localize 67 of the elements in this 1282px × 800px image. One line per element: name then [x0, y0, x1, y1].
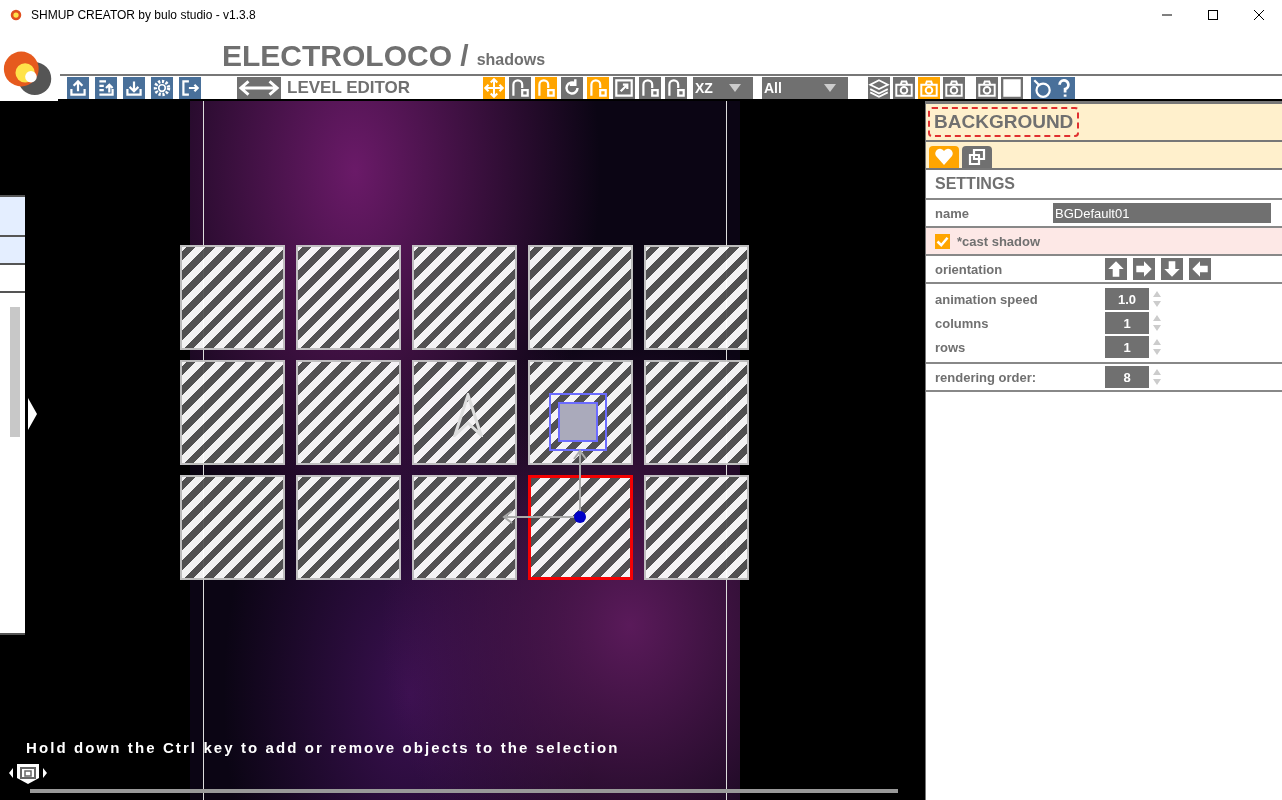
settings-icon[interactable]: [151, 76, 173, 99]
horizontal-scrollbar[interactable]: [30, 789, 898, 793]
side-list-item[interactable]: [0, 235, 25, 263]
field-label: rows: [935, 339, 967, 355]
cast-shadow-checkbox[interactable]: [935, 233, 950, 249]
caret-icon: [824, 83, 836, 92]
help-icon[interactable]: [1053, 76, 1075, 99]
scale-tool-icon[interactable]: [613, 76, 635, 99]
hatched-tile[interactable]: [528, 245, 633, 350]
exit-icon[interactable]: [179, 76, 201, 99]
upload-list-icon[interactable]: [95, 76, 117, 99]
hatched-tile[interactable]: [296, 245, 401, 350]
mode-label: LEVEL EDITOR: [287, 77, 412, 98]
field-label: columns: [935, 315, 990, 331]
level-viewport[interactable]: Hold down the Ctrl key to add or remove objects to the selection: [0, 101, 925, 800]
hatched-tile[interactable]: [412, 475, 517, 580]
scrollbar[interactable]: [0, 291, 25, 635]
hatched-tile[interactable]: [180, 245, 285, 350]
field-label: orientation: [935, 261, 1004, 277]
number-field[interactable]: 1.0: [1105, 288, 1149, 310]
section-title: SETTINGS: [935, 175, 1015, 193]
copy-icon: [967, 148, 987, 166]
field-label: animation speed: [935, 291, 1039, 307]
rotate-tool-icon[interactable]: [561, 76, 583, 99]
window-title: SHMUP CREATOR by bulo studio - v1.3.8: [31, 8, 256, 22]
hatched-tile[interactable]: [644, 360, 749, 465]
hatched-tile[interactable]: [180, 360, 285, 465]
field-label: *cast shadow: [957, 233, 1041, 249]
copy-tab[interactable]: [962, 146, 992, 168]
number-field[interactable]: 1: [1105, 336, 1149, 358]
close-icon[interactable]: [1253, 9, 1265, 21]
app-logo-icon: [9, 8, 23, 22]
filter-dropdown[interactable]: All: [762, 76, 848, 99]
project-title: ELECTROLOCO /: [222, 38, 469, 74]
heart-icon: [934, 148, 954, 166]
maximize-icon[interactable]: [1207, 9, 1219, 21]
hatched-tile[interactable]: [296, 360, 401, 465]
swap-arrows-icon[interactable]: [237, 76, 281, 99]
layers-icon[interactable]: [868, 76, 890, 99]
number-field[interactable]: 1: [1105, 312, 1149, 334]
name-field[interactable]: BGDefault01: [1053, 203, 1271, 223]
hatched-tile[interactable]: [528, 475, 633, 580]
hatched-tile[interactable]: [296, 475, 401, 580]
hatched-tile[interactable]: [180, 475, 285, 580]
level-name: shadows: [476, 50, 546, 70]
caret-icon: [729, 83, 741, 92]
arrow-right-icon[interactable]: [1133, 258, 1155, 280]
arrow-up-icon[interactable]: [1105, 258, 1127, 280]
expand-arrow-icon[interactable]: [28, 398, 38, 430]
arrow-left-icon[interactable]: [1189, 258, 1211, 280]
axis-dropdown[interactable]: XZ: [693, 76, 753, 99]
hatched-tile[interactable]: [644, 475, 749, 580]
panel-title: BACKGROUND: [928, 107, 1080, 137]
ship-arrow-icon[interactable]: [453, 393, 483, 437]
hatched-tile[interactable]: [412, 245, 517, 350]
field-label: rendering order:: [935, 369, 1038, 385]
number-field[interactable]: 8: [1105, 366, 1149, 388]
arrow-down-icon[interactable]: [1161, 258, 1183, 280]
hatched-tile[interactable]: [644, 245, 749, 350]
field-label: name: [935, 205, 970, 221]
selection-handle-icon[interactable]: [549, 393, 607, 451]
export-icon[interactable]: [67, 76, 89, 99]
hatched-tile[interactable]: [412, 360, 517, 465]
download-icon[interactable]: [123, 76, 145, 99]
hint-text: Hold down the Ctrl key to add or remove objects to the selection: [26, 739, 620, 756]
side-list-item[interactable]: [0, 195, 25, 235]
camera-icon[interactable]: [893, 76, 915, 99]
